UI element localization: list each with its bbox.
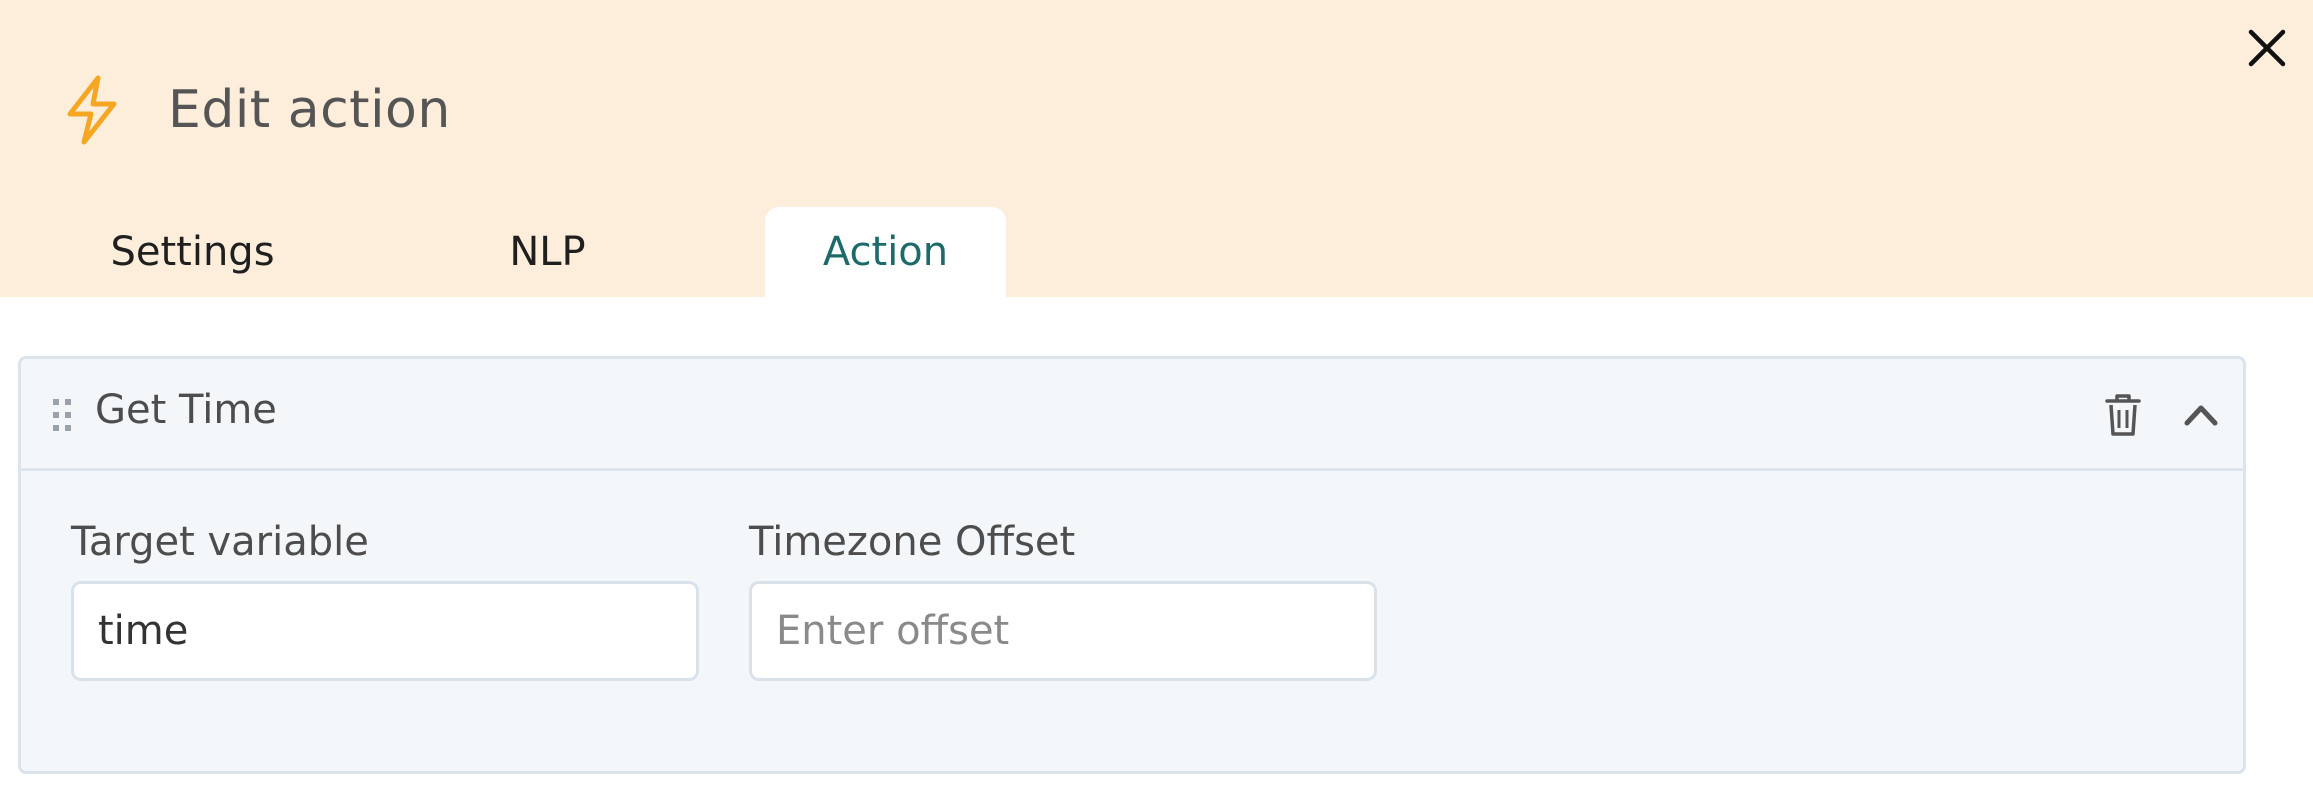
- close-button[interactable]: [2243, 24, 2291, 72]
- drag-handle-icon[interactable]: [51, 397, 73, 433]
- chevron-up-icon: [2184, 405, 2218, 426]
- target-variable-label: Target variable: [71, 519, 369, 565]
- delete-action-button[interactable]: [2103, 393, 2143, 437]
- title-row: Edit action: [62, 72, 451, 148]
- trash-icon: [2105, 394, 2141, 436]
- action-title: Get Time: [95, 387, 277, 433]
- tab-action-label: Action: [822, 229, 949, 275]
- action-card: Get Time Target variable Timezone Offset: [18, 356, 2246, 774]
- action-card-header[interactable]: Get Time: [21, 359, 2243, 471]
- close-icon: [2248, 29, 2286, 67]
- target-variable-input[interactable]: [71, 581, 699, 681]
- timezone-offset-input[interactable]: [749, 581, 1377, 681]
- lightning-bolt-icon: [67, 75, 117, 145]
- page-title: Edit action: [168, 80, 451, 140]
- collapse-button[interactable]: [2181, 395, 2221, 435]
- tab-nlp-label: NLP: [509, 229, 586, 275]
- panel-header: Edit action Settings NLP Action: [0, 0, 2313, 297]
- tab-settings-label: Settings: [110, 229, 275, 275]
- tab-action[interactable]: Action: [765, 207, 1006, 297]
- edit-action-panel: Edit action Settings NLP Action Get Time: [0, 0, 2313, 806]
- timezone-offset-label: Timezone Offset: [749, 519, 1076, 565]
- tab-nlp[interactable]: NLP: [445, 207, 650, 297]
- tab-settings[interactable]: Settings: [80, 207, 305, 297]
